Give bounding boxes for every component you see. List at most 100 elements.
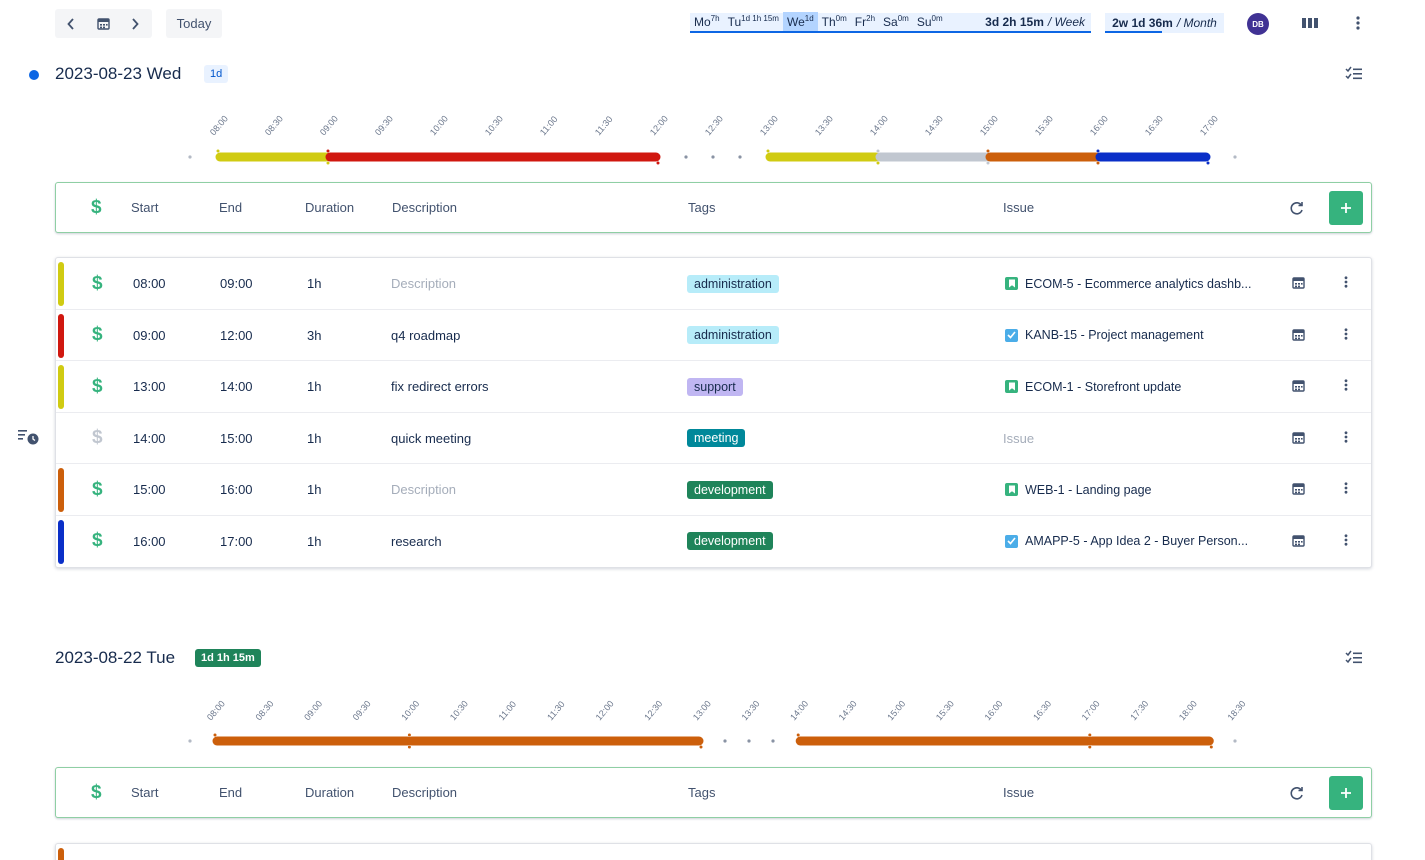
calendar-button[interactable] (1292, 534, 1306, 548)
start-time[interactable]: 09:00 (133, 328, 166, 343)
week-day-fr[interactable]: Fr 2h (851, 12, 879, 32)
checklist-icon[interactable] (1345, 650, 1363, 666)
end-time[interactable]: 16:00 (220, 482, 253, 497)
billable-toggle[interactable]: $ (92, 427, 103, 449)
row-menu-button[interactable] (1338, 376, 1354, 394)
entry-row[interactable]: $15:00 16:00 1h Description development WEB-1… (56, 464, 1371, 516)
start-time[interactable]: 15:00 (133, 482, 166, 497)
week-day-mo[interactable]: Mo 7h (690, 12, 724, 32)
avatar[interactable]: DB (1247, 13, 1269, 35)
billable-toggle[interactable]: $ (92, 479, 103, 501)
description-placeholder[interactable]: Description (391, 276, 456, 291)
tag-administration[interactable]: administration (687, 274, 779, 293)
description-placeholder[interactable]: Description (391, 482, 456, 497)
start-time[interactable]: 13:00 (133, 379, 166, 394)
billable-toggle[interactable]: $ (92, 273, 103, 295)
end-time[interactable]: 15:00 (220, 431, 253, 446)
calendar-button[interactable] (1292, 379, 1306, 393)
issue-link[interactable]: AMAPP-5 - App Idea 2 - Buyer Person... (1005, 534, 1248, 548)
entry-row[interactable]: $14:00 15:00 1h quick meeting meeting Issue (56, 413, 1371, 464)
calendar-button[interactable] (87, 9, 119, 38)
entry-row[interactable]: $09:00 12:00 3h q4 roadmap administration KAN… (56, 310, 1371, 361)
issue-link[interactable]: WEB-1 - Landing page (1005, 483, 1151, 497)
tags-header: Tags (688, 785, 716, 800)
billable-toggle[interactable]: $ (92, 530, 103, 552)
entry-row[interactable]: $16:00 17:00 1h research development AMAPP-5 … (56, 516, 1371, 568)
start-time[interactable]: 14:00 (133, 431, 166, 446)
today-button[interactable]: Today (166, 9, 222, 38)
day-total-badge: 1d 1h 15m (195, 649, 261, 667)
entry-header-row: $ Start End Duration Description Tags Is… (55, 182, 1372, 233)
tag-meeting[interactable]: meeting (687, 429, 746, 447)
timesheet-clock-icon[interactable] (18, 428, 40, 446)
end-time[interactable]: 17:00 (220, 534, 253, 549)
calendar-button[interactable] (1292, 276, 1306, 290)
billable-toggle[interactable]: $ (91, 197, 102, 219)
billable-toggle[interactable]: $ (92, 324, 103, 346)
issue-link[interactable]: ECOM-1 - Storefront update (1005, 380, 1181, 394)
tag-development[interactable]: development (687, 480, 773, 499)
tag-administration[interactable]: administration (687, 326, 779, 344)
entry-cell: $ (92, 258, 103, 309)
duration[interactable]: 1h (307, 482, 321, 497)
week-days: Mo 7h Tu 1d 1h 15m We 1d Th 0m Fr 2h Sa 0m Su 0m (690, 12, 947, 32)
refresh-icon[interactable] (1288, 199, 1306, 217)
description[interactable]: q4 roadmap (391, 328, 460, 343)
tag-support[interactable]: support (687, 377, 743, 396)
add-entry-button[interactable] (1329, 191, 1363, 225)
issue-link[interactable]: ECOM-5 - Ecommerce analytics dashb... (1005, 277, 1251, 291)
entry-row[interactable] (56, 844, 1371, 860)
week-day-we[interactable]: We 1d (782, 12, 818, 32)
week-day-sa[interactable]: Sa 0m (879, 12, 913, 32)
week-day-value: 1d 1h 15m (741, 13, 779, 23)
description[interactable]: fix redirect errors (391, 379, 489, 394)
entry-color-bar (58, 313, 64, 358)
week-day-su[interactable]: Su 0m (913, 12, 947, 32)
entry-cell: ECOM-1 - Storefront update (1005, 361, 1181, 412)
calendar-icon (1292, 431, 1305, 444)
calendar-icon (1292, 277, 1305, 289)
calendar-button[interactable] (1292, 482, 1306, 496)
row-menu-button[interactable] (1338, 273, 1354, 291)
duration[interactable]: 1h (307, 276, 321, 291)
timeline-endpoint (326, 149, 330, 153)
refresh-icon[interactable] (1288, 784, 1306, 802)
tag-development[interactable]: development (687, 532, 773, 550)
add-entry-button[interactable] (1329, 776, 1363, 810)
entry-cell: quick meeting (391, 413, 471, 464)
issue-link[interactable]: KANB-15 - Project management (1005, 328, 1204, 342)
description[interactable]: quick meeting (391, 431, 471, 446)
start-time[interactable]: 16:00 (133, 534, 166, 549)
duration[interactable]: 1h (307, 379, 321, 394)
more-menu-button[interactable] (1348, 12, 1368, 34)
end-time[interactable]: 09:00 (220, 276, 253, 291)
row-menu-button[interactable] (1338, 531, 1354, 549)
checklist-icon[interactable] (1345, 66, 1363, 82)
entry-row[interactable]: $13:00 14:00 1h fix redirect errors support E… (56, 361, 1371, 413)
duration[interactable]: 1h (307, 534, 321, 549)
row-menu-button[interactable] (1338, 325, 1354, 343)
description[interactable]: research (391, 534, 442, 549)
duration[interactable]: 1h (307, 431, 321, 446)
row-menu-button[interactable] (1338, 428, 1354, 446)
timeline-tick-label: 10:30 (448, 699, 470, 723)
entry-cell: 14:00 (133, 413, 166, 464)
end-time[interactable]: 14:00 (220, 379, 253, 394)
week-day-tu[interactable]: Tu 1d 1h 15m (724, 12, 783, 32)
duration[interactable]: 3h (307, 328, 321, 343)
more-vertical-icon (1344, 482, 1348, 494)
entry-row[interactable]: $08:00 09:00 1h Description administration EC… (56, 258, 1371, 310)
end-time[interactable]: 12:00 (220, 328, 253, 343)
row-menu-button[interactable] (1338, 479, 1354, 497)
timeline-tick-label: 15:30 (934, 699, 956, 723)
billable-toggle[interactable]: $ (92, 376, 103, 398)
columns-view-button[interactable] (1300, 15, 1320, 31)
issue-placeholder[interactable]: Issue (1003, 431, 1034, 446)
week-day-th[interactable]: Th 0m (818, 12, 851, 32)
start-time[interactable]: 08:00 (133, 276, 166, 291)
calendar-button[interactable] (1292, 328, 1306, 342)
billable-toggle[interactable]: $ (91, 782, 102, 804)
next-button[interactable] (119, 9, 151, 38)
calendar-button[interactable] (1292, 431, 1306, 445)
prev-button[interactable] (55, 9, 87, 38)
